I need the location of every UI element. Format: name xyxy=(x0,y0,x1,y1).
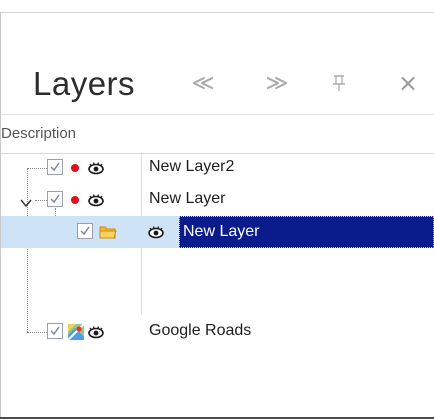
panel-title: Layers xyxy=(33,65,136,102)
layer-row-google-roads[interactable]: Google Roads xyxy=(1,316,434,348)
layer-label: New Layer2 xyxy=(149,158,235,175)
checkmark-icon xyxy=(80,226,90,236)
panel-titlebar: Layers ≪ ≫ × xyxy=(1,13,434,113)
checkmark-icon xyxy=(50,194,60,204)
layer-label-selected[interactable]: New Layer xyxy=(179,216,434,248)
layer-label: New Layer xyxy=(149,190,226,207)
close-button[interactable]: × xyxy=(394,67,422,99)
layer-visibility-checkbox[interactable] xyxy=(47,191,63,207)
column-header-description: Description xyxy=(1,125,77,142)
layer-row-new-layer-child[interactable]: New Layer xyxy=(1,216,434,248)
close-icon: × xyxy=(397,69,419,97)
layers-panel: Layers ≪ ≫ × Description New Layer2 New … xyxy=(0,0,434,419)
pin-icon xyxy=(333,75,345,91)
layer-visibility-checkbox[interactable] xyxy=(77,223,93,239)
red-dot-icon xyxy=(71,196,79,204)
red-dot-icon xyxy=(71,164,79,172)
checkmark-icon xyxy=(50,162,60,172)
eye-icon[interactable] xyxy=(87,323,105,341)
column-header[interactable]: Description xyxy=(1,114,434,154)
eye-icon[interactable] xyxy=(87,191,105,209)
google-map-icon xyxy=(67,323,85,341)
next-button[interactable]: ≫ xyxy=(257,67,297,99)
double-chevron-right-icon: ≫ xyxy=(265,70,289,96)
layer-tree: New Layer2 New Layer New Layer Google Ro… xyxy=(1,152,434,416)
layer-row-new-layer2[interactable]: New Layer2 xyxy=(1,152,434,184)
eye-icon[interactable] xyxy=(147,223,165,241)
folder-icon xyxy=(99,226,117,239)
checkmark-icon xyxy=(50,326,60,336)
layer-row-new-layer[interactable]: New Layer xyxy=(1,184,434,216)
pin-button[interactable] xyxy=(326,67,352,99)
eye-icon[interactable] xyxy=(87,159,105,177)
chevron-down-icon[interactable] xyxy=(19,196,33,210)
double-chevron-left-icon: ≪ xyxy=(191,70,215,96)
layer-visibility-checkbox[interactable] xyxy=(47,323,63,339)
previous-button[interactable]: ≪ xyxy=(183,67,223,99)
layer-visibility-checkbox[interactable] xyxy=(47,159,63,175)
layer-label: Google Roads xyxy=(149,322,252,339)
